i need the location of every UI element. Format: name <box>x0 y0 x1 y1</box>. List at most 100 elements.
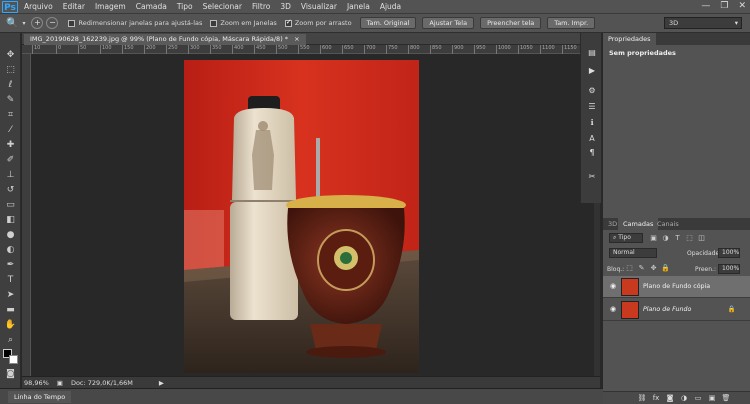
brush-tool-icon[interactable]: ✐ <box>3 154 18 166</box>
eye-icon[interactable]: ◉ <box>608 305 618 314</box>
info-icon[interactable]: ℹ <box>586 117 598 128</box>
dodge-tool-icon[interactable]: ◐ <box>3 244 18 256</box>
menu-arquivo[interactable]: Arquivo <box>24 2 53 11</box>
lock-position-icon[interactable]: ✥ <box>649 264 658 273</box>
ruler-tick: 0 <box>55 45 62 54</box>
zoom-tool-side-icon[interactable]: ⌕ <box>3 334 18 346</box>
scrubby-zoom-label: Zoom por arrasto <box>294 19 352 27</box>
hand-tool-icon[interactable]: ✋ <box>3 319 18 331</box>
marquee-tool-icon[interactable]: ⬚ <box>3 64 18 76</box>
tab-close-icon[interactable]: × <box>294 35 299 43</box>
filter-shape-icon[interactable]: ⬚ <box>685 234 694 243</box>
tool-preset-dropdown-icon[interactable]: ▾ <box>22 20 25 27</box>
quick-mask-icon[interactable]: ◙ <box>3 368 18 380</box>
zoom-all-windows-checkbox[interactable]: Zoom em Janelas <box>210 19 277 27</box>
minimize-icon[interactable]: — <box>701 1 710 11</box>
layer-comps-icon[interactable]: ☰ <box>586 101 598 112</box>
zoom-tool-icon[interactable]: 🔍 <box>6 18 18 29</box>
layer-kind-filter[interactable]: ⌕ Tipo <box>609 233 643 243</box>
path-select-tool-icon[interactable]: ➤ <box>3 289 18 301</box>
ruler-tick: 10 <box>31 45 41 54</box>
crop-tool-icon[interactable]: ⌗ <box>3 109 18 121</box>
menu-3d[interactable]: 3D <box>280 2 291 11</box>
eraser-tool-icon[interactable]: ▭ <box>3 199 18 211</box>
tools-panel: ✥ ⬚ ℓ ✎ ⌗ ⁄ ✚ ✐ ⊥ ↺ ▭ ◧ ● ◐ ✒ T ➤ ▬ ✋ ⌕ … <box>0 33 21 388</box>
menu-janela[interactable]: Janela <box>347 2 370 11</box>
layer-row[interactable]: ◉ Plano de Fundo cópia <box>603 276 750 298</box>
status-menu-arrow-icon[interactable]: ▶ <box>159 379 164 387</box>
background-color-swatch[interactable] <box>9 355 18 364</box>
blend-mode-value: Normal <box>613 249 635 256</box>
shape-tool-icon[interactable]: ▬ <box>3 304 18 316</box>
photoshop-logo: Ps <box>2 0 18 13</box>
scrubby-zoom-checkbox[interactable]: Zoom por arrasto <box>284 18 352 27</box>
filter-smart-icon[interactable]: ◫ <box>697 234 706 243</box>
menu-tipo[interactable]: Tipo <box>177 2 193 11</box>
zoom-level[interactable]: 98,96% <box>24 379 49 387</box>
link-layers-icon[interactable]: ⛓ <box>637 393 647 403</box>
timeline-tab[interactable]: Linha do Tempo <box>8 391 72 403</box>
character-icon[interactable]: A <box>586 133 598 144</box>
new-group-icon[interactable]: ▭ <box>693 393 703 403</box>
document-image[interactable] <box>184 60 419 373</box>
workspace-select[interactable]: 3D ▾ <box>664 17 742 29</box>
print-size-button[interactable]: Tam. Impr. <box>547 17 596 29</box>
menu-visualizar[interactable]: Visualizar <box>301 2 337 11</box>
filter-type-icon[interactable]: T <box>673 234 682 243</box>
clone-stamp-tool-icon[interactable]: ⊥ <box>3 169 18 181</box>
blur-tool-icon[interactable]: ● <box>3 229 18 241</box>
lasso-tool-icon[interactable]: ℓ <box>3 79 18 91</box>
zoom-out-icon[interactable]: − <box>46 17 59 29</box>
quick-select-tool-icon[interactable]: ✎ <box>3 94 18 106</box>
share-icon[interactable]: ▣ <box>57 379 63 387</box>
lock-transparent-icon[interactable]: ⬚ <box>625 264 634 273</box>
menu-selecionar[interactable]: Selecionar <box>203 2 242 11</box>
close-icon[interactable]: ✕ <box>738 1 746 11</box>
menu-camada[interactable]: Camada <box>136 2 167 11</box>
blend-mode-select[interactable]: Normal <box>609 248 657 258</box>
layer-row[interactable]: ◉ Plano de Fundo 🔒 <box>603 299 750 321</box>
tab-properties[interactable]: Propriedades <box>603 33 656 45</box>
move-tool-icon[interactable]: ✥ <box>3 49 18 61</box>
fit-screen-button[interactable]: Ajustar Tela <box>422 17 475 29</box>
fill-input[interactable]: 100% <box>718 264 740 274</box>
eye-icon[interactable]: ◉ <box>608 282 618 291</box>
filter-adjust-icon[interactable]: ◑ <box>661 234 670 243</box>
restore-icon[interactable]: ❐ <box>720 1 728 11</box>
eyedropper-tool-icon[interactable]: ⁄ <box>3 124 18 136</box>
opacity-input[interactable]: 100% <box>718 248 740 258</box>
history-brush-tool-icon[interactable]: ↺ <box>3 184 18 196</box>
gradient-tool-icon[interactable]: ◧ <box>3 214 18 226</box>
tool-presets-icon[interactable]: ✂ <box>586 171 598 182</box>
add-mask-icon[interactable]: ◙ <box>665 393 675 403</box>
ruler-tick: 800 <box>408 45 420 54</box>
lock-pixels-icon[interactable]: ✎ <box>637 264 646 273</box>
resize-windows-checkbox[interactable]: Redimensionar janelas para ajustá-las <box>68 19 202 27</box>
filter-pixel-icon[interactable]: ▣ <box>649 234 658 243</box>
menu-ajuda[interactable]: Ajuda <box>380 2 401 11</box>
document-tab[interactable]: IMG_20190628_162239.jpg @ 99% (Plano de … <box>24 34 306 45</box>
history-icon[interactable]: ▤ <box>586 47 598 58</box>
delete-layer-icon[interactable]: 🗑 <box>721 393 731 403</box>
healing-tool-icon[interactable]: ✚ <box>3 139 18 151</box>
layer-style-icon[interactable]: fx <box>651 393 661 403</box>
tab-channels[interactable]: Canais <box>652 218 684 230</box>
fill-screen-button[interactable]: Preencher tela <box>480 17 542 29</box>
paragraph-icon[interactable]: ¶ <box>586 147 598 158</box>
document-tab-bar: IMG_20190628_162239.jpg @ 99% (Plano de … <box>22 33 600 45</box>
adjust-icon[interactable]: ⚙ <box>586 85 598 96</box>
menu-filtro[interactable]: Filtro <box>252 2 270 11</box>
zoom-in-icon[interactable]: + <box>31 17 44 29</box>
lock-all-icon[interactable]: 🔒 <box>661 264 670 273</box>
actual-pixels-button[interactable]: Tam. Original <box>359 17 417 29</box>
fill-label: Preen.: <box>695 266 716 273</box>
adjustment-layer-icon[interactable]: ◑ <box>679 393 689 403</box>
actions-icon[interactable]: ▶ <box>586 65 598 76</box>
pen-tool-icon[interactable]: ✒ <box>3 259 18 271</box>
new-layer-icon[interactable]: ▣ <box>707 393 717 403</box>
menu-imagem[interactable]: Imagem <box>95 2 126 11</box>
type-tool-icon[interactable]: T <box>3 274 18 286</box>
options-bar: 🔍 ▾ + − Redimensionar janelas para ajust… <box>0 14 750 33</box>
status-bar: 98,96% ▣ Doc: 729,0K/1,66M ▶ <box>22 376 600 388</box>
menu-editar[interactable]: Editar <box>63 2 85 11</box>
